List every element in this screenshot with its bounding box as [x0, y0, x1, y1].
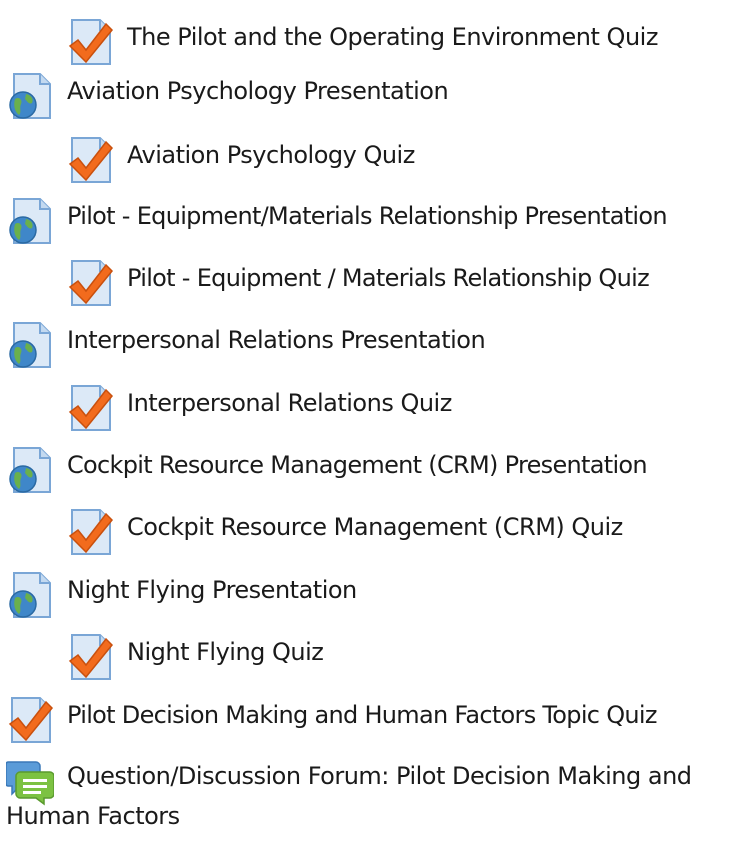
activity-quiz-interpersonal-relations[interactable]: Interpersonal Relations Quiz	[0, 384, 731, 432]
url-resource-icon	[9, 447, 51, 493]
quiz-icon	[68, 509, 114, 555]
activity-presentation-aviation-psychology[interactable]: Aviation Psychology Presentation	[0, 72, 731, 120]
activity-label[interactable]: Aviation Psychology Presentation	[67, 75, 449, 107]
activity-label[interactable]: Pilot Decision Making and Human Factors …	[67, 699, 657, 731]
activity-presentation-equipment-materials[interactable]: Pilot - Equipment/Materials Relationship…	[0, 197, 731, 245]
quiz-icon	[68, 260, 114, 306]
quiz-icon	[68, 385, 114, 431]
activity-forum-discussion[interactable]: Question/Discussion Forum: Pilot Decisio…	[0, 758, 731, 848]
activity-label[interactable]: Cockpit Resource Management (CRM) Presen…	[67, 449, 648, 481]
quiz-icon	[68, 19, 114, 65]
activity-label[interactable]: Question/Discussion Forum: Pilot Decisio…	[6, 756, 730, 836]
activity-quiz-night-flying[interactable]: Night Flying Quiz	[0, 633, 731, 681]
url-resource-icon	[9, 73, 51, 119]
activity-label[interactable]: The Pilot and the Operating Environment …	[127, 21, 658, 53]
activity-quiz-topic[interactable]: Pilot Decision Making and Human Factors …	[0, 696, 731, 744]
activity-presentation-crm[interactable]: Cockpit Resource Management (CRM) Presen…	[0, 446, 731, 494]
activity-presentation-night-flying[interactable]: Night Flying Presentation	[0, 571, 731, 619]
url-resource-icon	[9, 198, 51, 244]
activity-label[interactable]: Interpersonal Relations Quiz	[127, 387, 452, 419]
url-resource-icon	[9, 322, 51, 368]
url-resource-icon	[9, 572, 51, 618]
activity-label[interactable]: Night Flying Quiz	[127, 636, 324, 668]
activity-quiz-aviation-psychology[interactable]: Aviation Psychology Quiz	[0, 136, 731, 184]
activity-label[interactable]: Pilot - Equipment / Materials Relationsh…	[127, 262, 650, 294]
activity-label[interactable]: Pilot - Equipment/Materials Relationship…	[67, 200, 668, 232]
activity-quiz-crm[interactable]: Cockpit Resource Management (CRM) Quiz	[0, 508, 731, 556]
quiz-icon	[68, 137, 114, 183]
activity-label[interactable]: Aviation Psychology Quiz	[127, 139, 415, 171]
quiz-icon	[8, 697, 54, 743]
activity-label[interactable]: Night Flying Presentation	[67, 574, 357, 606]
activity-presentation-interpersonal-relations[interactable]: Interpersonal Relations Presentation	[0, 321, 731, 369]
activity-quiz-operating-environment[interactable]: The Pilot and the Operating Environment …	[0, 18, 731, 66]
activity-quiz-equipment-materials[interactable]: Pilot - Equipment / Materials Relationsh…	[0, 259, 731, 307]
activity-label[interactable]: Cockpit Resource Management (CRM) Quiz	[127, 511, 623, 543]
quiz-icon	[68, 634, 114, 680]
activity-label[interactable]: Interpersonal Relations Presentation	[67, 324, 486, 356]
